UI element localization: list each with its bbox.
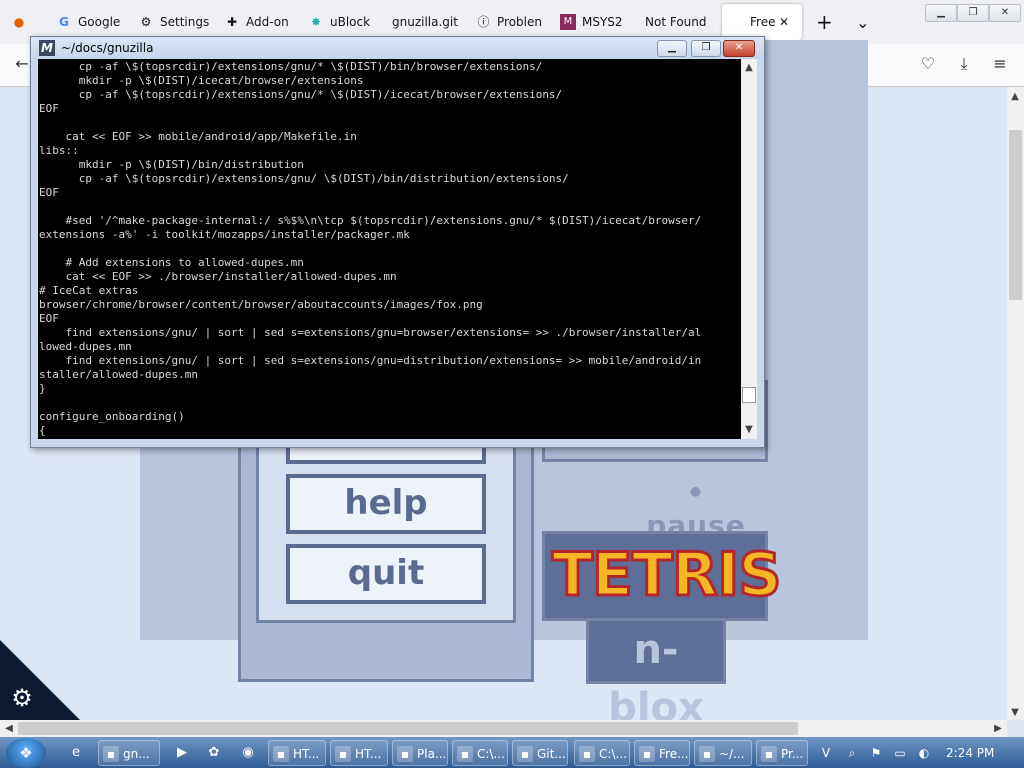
taskbar-item[interactable]: ▪ Pla...: [392, 740, 448, 766]
terminal-scroll-down-icon[interactable]: ▼: [742, 423, 756, 437]
taskbar-item[interactable]: ▪ Pr...: [756, 740, 808, 766]
gear-icon: ⚙: [140, 15, 152, 29]
start-button[interactable]: ❖: [6, 738, 46, 768]
tab-gnuzilla[interactable]: gnuzilla.git: [392, 10, 458, 34]
help-icon: ▪: [273, 746, 289, 762]
msys-icon: M: [560, 14, 576, 30]
minimize-button[interactable]: ▁: [925, 4, 957, 22]
terminal-scroll-thumb[interactable]: [742, 387, 756, 403]
scroll-up-arrow-icon[interactable]: ▲: [1008, 90, 1022, 104]
taskbar-item[interactable]: ▪ HT...: [268, 740, 326, 766]
scroll-down-arrow-icon[interactable]: ▼: [1008, 706, 1022, 720]
taskbar-item[interactable]: ▪ C:\...: [574, 740, 630, 766]
paint-icon[interactable]: ✿: [204, 743, 224, 763]
chevron-down-icon[interactable]: ⌄: [856, 10, 872, 34]
quit-button[interactable]: quit: [286, 544, 486, 604]
chrome-icon[interactable]: ◉: [238, 743, 258, 763]
tray-v-icon[interactable]: V: [818, 745, 834, 761]
new-tab-button[interactable]: +: [816, 10, 834, 34]
terminal-text: cp -af \$(topsrcdir)/extensions/gnu/* \$…: [39, 60, 702, 437]
taskbar-item-label: C:\...: [599, 747, 627, 761]
app-icon: ▪: [761, 746, 777, 762]
app-icon: ▪: [103, 746, 119, 762]
taskbar-item-label: Fre...: [659, 747, 689, 761]
taskbar-item[interactable]: ▪ Fre...: [634, 740, 690, 766]
gear-icon[interactable]: ⚙: [8, 684, 36, 712]
taskbar-item[interactable]: ▪ gn...: [98, 740, 160, 766]
horizontal-scroll-thumb[interactable]: [18, 722, 798, 735]
windows-logo-icon: ❖: [19, 744, 33, 762]
tab-google[interactable]: G Google: [56, 10, 130, 34]
firefox-icon: ▪: [639, 746, 655, 762]
puzzle-icon: ✚: [226, 15, 238, 29]
console-icon: ▪: [579, 746, 595, 762]
close-window-button[interactable]: ✕: [989, 4, 1021, 22]
help-button[interactable]: help: [286, 474, 486, 534]
terminal-scrollbar[interactable]: [741, 59, 757, 439]
taskbar-item-label: Git...: [537, 747, 566, 761]
terminal-title-bar[interactable]: M ~/docs/gnuzilla ▁ ❐ ✕: [31, 37, 764, 59]
terminal-scroll-up-icon[interactable]: ▲: [742, 61, 756, 75]
internet-explorer-icon[interactable]: e: [66, 743, 86, 763]
logo-subtitle: n-blox: [586, 618, 726, 731]
tab-msys2[interactable]: M MSYS2: [560, 10, 626, 34]
taskbar-item-label: HT...: [355, 747, 382, 761]
vertical-scroll-thumb[interactable]: [1009, 130, 1022, 300]
media-player-icon[interactable]: ▶: [172, 743, 192, 763]
maximize-button[interactable]: ❐: [957, 4, 989, 22]
terminal-window[interactable]: M ~/docs/gnuzilla ▁ ❐ ✕ cp -af \$(topsrc…: [30, 36, 765, 448]
taskbar-item-label: ~/...: [719, 747, 745, 761]
pocket-icon[interactable]: ♡: [918, 54, 938, 74]
taskbar-item[interactable]: ▪ ~/...: [694, 740, 752, 766]
mintty-icon: M: [39, 40, 55, 56]
tray-search-icon[interactable]: ⌕: [844, 745, 860, 761]
google-icon: G: [59, 15, 69, 29]
archive-icon: ▪: [457, 746, 473, 762]
tray-flag-icon[interactable]: ⚑: [868, 745, 884, 761]
app-icon: ▪: [397, 746, 413, 762]
scroll-right-arrow-icon[interactable]: ▶: [991, 722, 1005, 736]
help-icon: ▪: [335, 746, 351, 762]
logo-title: TETRIS: [551, 539, 784, 612]
taskbar-item-label: C:\...: [477, 747, 505, 761]
git-icon: ▪: [517, 746, 533, 762]
terminal-output[interactable]: cp -af \$(topsrcdir)/extensions/gnu/* \$…: [38, 59, 741, 439]
info-icon: ⓘ: [477, 15, 490, 29]
tab-problem[interactable]: ⓘ Problen: [476, 10, 543, 34]
ublock-icon: ✸: [310, 15, 322, 29]
close-icon[interactable]: ✕: [779, 10, 793, 34]
pause-button[interactable]: • pause •: [636, 476, 756, 575]
firefox-icon[interactable]: ●: [12, 10, 32, 34]
tab-ublock[interactable]: ✸ uBlock: [308, 10, 374, 34]
terminal-close-button[interactable]: ✕: [723, 40, 755, 57]
taskbar-item[interactable]: ▪ C:\...: [452, 740, 508, 766]
tab-active-label: Free: [750, 15, 776, 29]
terminal-maximize-button[interactable]: ❐: [691, 40, 721, 57]
back-arrow-icon[interactable]: ←: [12, 54, 32, 74]
tray-monitor-icon[interactable]: ▭: [892, 745, 908, 761]
scroll-left-arrow-icon[interactable]: ◀: [2, 722, 16, 736]
taskbar-item-label: HT...: [293, 747, 320, 761]
menu-icon[interactable]: ≡: [990, 54, 1010, 74]
msys-icon: ▪: [699, 746, 715, 762]
tab-addons[interactable]: ✚ Add-on: [224, 10, 290, 34]
tab-not-found[interactable]: Not Found: [645, 10, 715, 34]
download-icon[interactable]: ⤓: [954, 54, 974, 74]
taskbar-item-label: Pr...: [781, 747, 804, 761]
terminal-minimize-button[interactable]: ▁: [657, 40, 687, 57]
taskbar-item[interactable]: ▪ Git...: [512, 740, 568, 766]
terminal-title: ~/docs/gnuzilla: [61, 41, 154, 55]
tab-settings[interactable]: ⚙ Settings: [138, 10, 214, 34]
tray-volume-icon[interactable]: ◐: [916, 745, 932, 761]
taskbar-clock[interactable]: 2:24 PM: [946, 746, 994, 760]
taskbar-item[interactable]: ▪ HT...: [330, 740, 388, 766]
taskbar-item-label: Pla...: [417, 747, 447, 761]
taskbar-item-label: gn...: [123, 747, 150, 761]
